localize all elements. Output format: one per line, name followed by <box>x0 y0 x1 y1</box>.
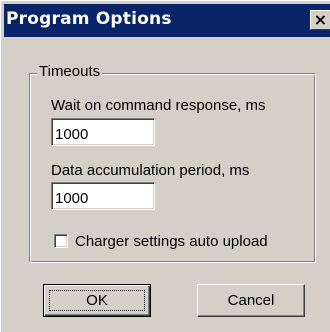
cancel-button-label: Cancel <box>227 292 275 309</box>
accumulation-period-input[interactable] <box>51 182 155 210</box>
close-icon: × <box>313 10 328 29</box>
command-response-label: Wait on command response, ms <box>51 97 266 114</box>
auto-upload-checkbox[interactable] <box>54 234 68 248</box>
program-options-dialog: Program Options × Timeouts Wait on comma… <box>0 0 330 332</box>
window-title: Program Options <box>6 9 172 29</box>
timeouts-group-label: Timeouts <box>37 63 103 80</box>
accumulation-period-label: Data accumulation period, ms <box>51 162 250 179</box>
auto-upload-label[interactable]: Charger settings auto upload <box>75 233 268 250</box>
ok-button-label: OK <box>86 292 108 309</box>
ok-button[interactable]: OK <box>43 284 151 317</box>
cancel-button[interactable]: Cancel <box>197 284 305 317</box>
close-button[interactable]: × <box>310 10 330 30</box>
title-bar[interactable]: Program Options <box>4 4 330 37</box>
command-response-input[interactable] <box>51 118 155 146</box>
